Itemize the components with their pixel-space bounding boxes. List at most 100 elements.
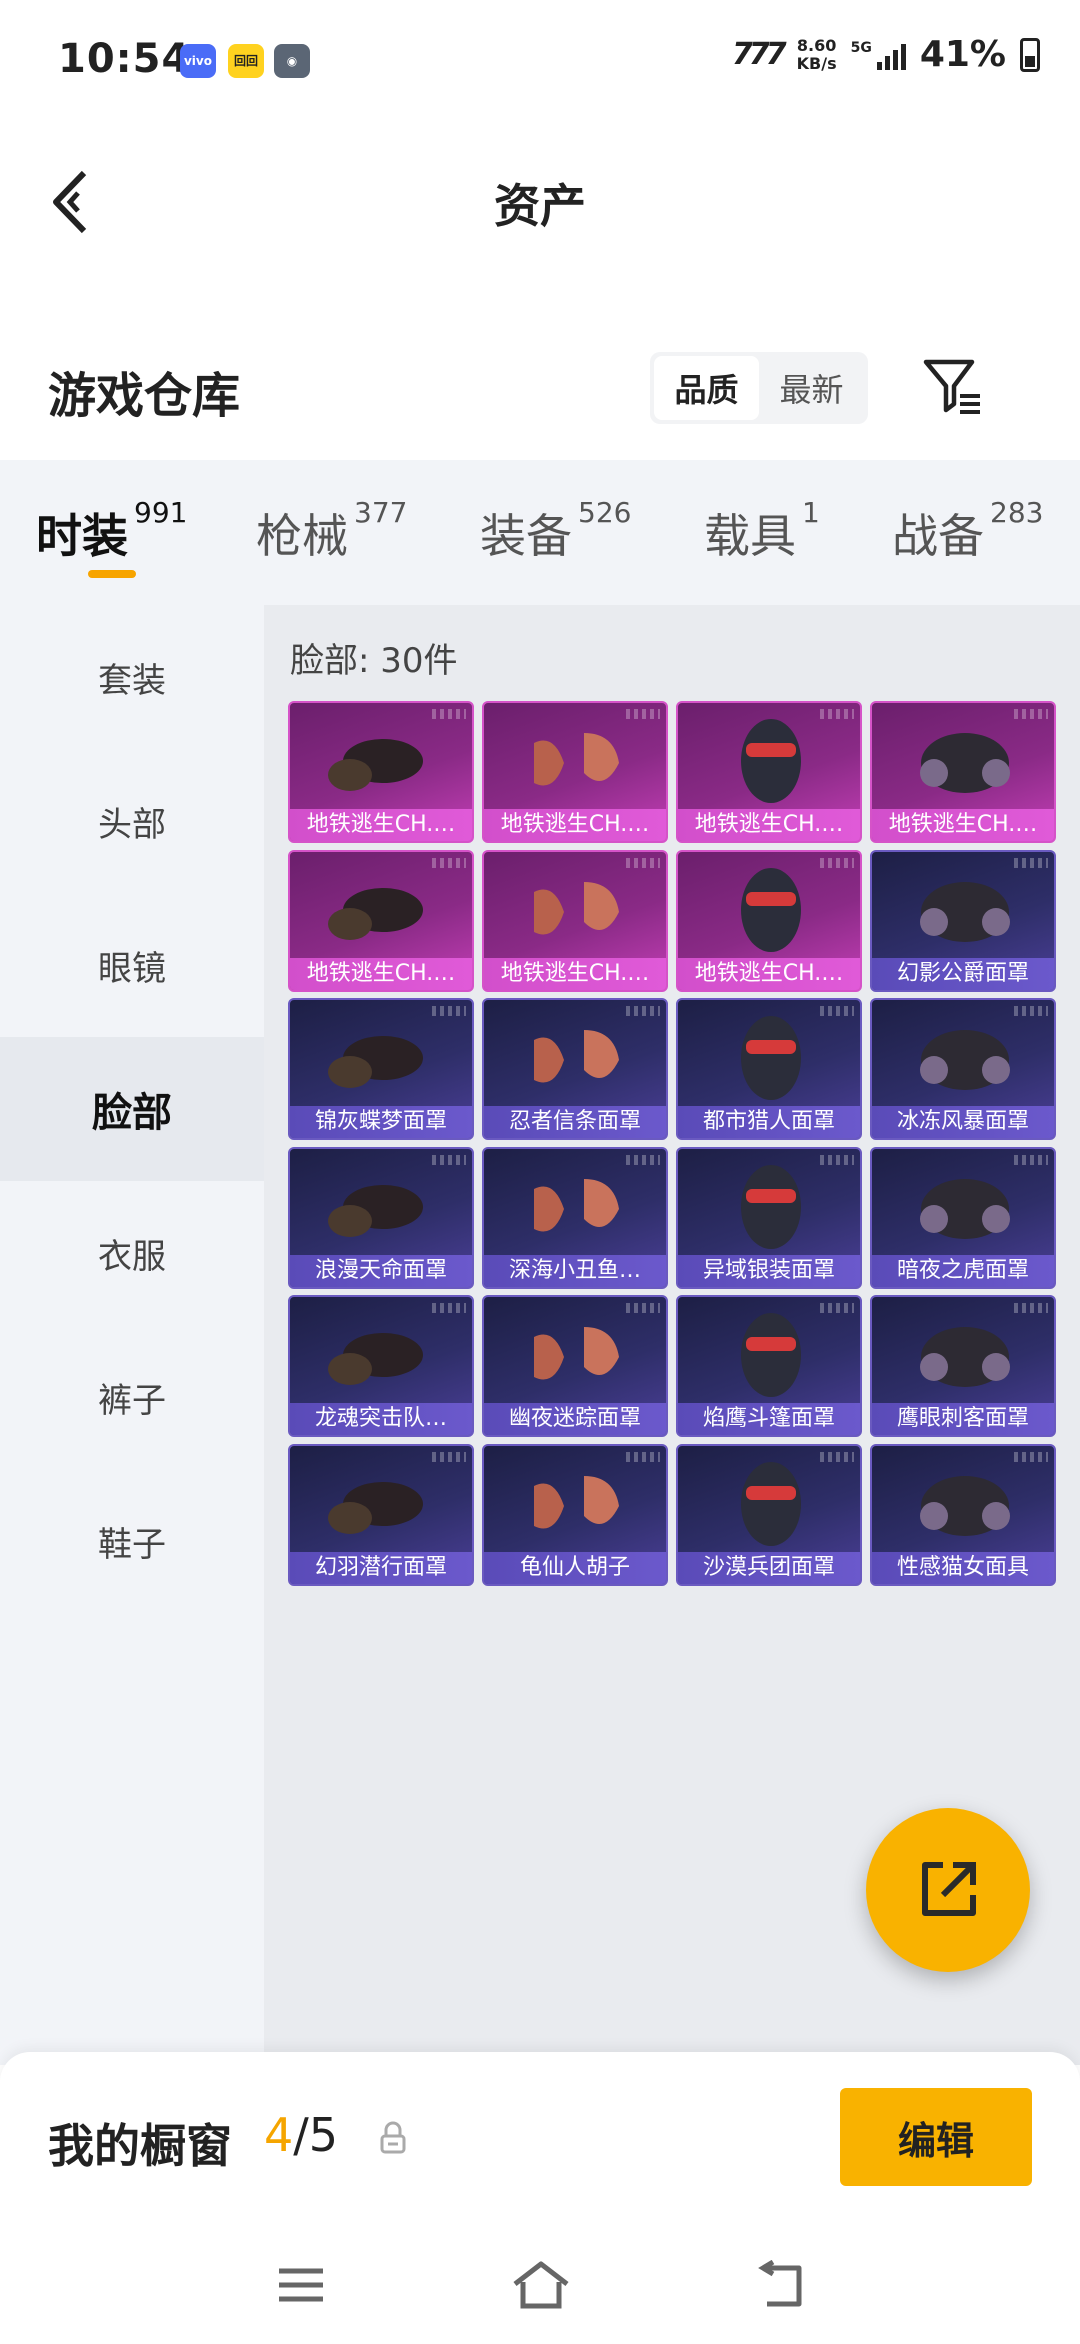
lock-icon [380,2121,406,2154]
item-card[interactable]: 深海小丑鱼… [482,1146,668,1289]
item-mask-icon [534,1030,619,1083]
item-name: 焰鹰斗篷面罩 [678,1403,860,1435]
item-card[interactable]: 地铁逃生CH.… [676,701,862,843]
tab-count: 1 [802,496,820,529]
item-card[interactable]: 地铁逃生CH.… [288,849,474,992]
item-mask-icon [534,733,619,786]
item-mask-icon [920,1178,1010,1239]
battery-icon [1020,37,1040,72]
tab-label: 枪械 [256,509,348,563]
sort-quality-option[interactable]: 品质 [654,356,759,420]
item-card[interactable]: 地铁逃生CH.… [482,849,668,992]
item-name: 龟仙人胡子 [484,1551,666,1584]
item-card[interactable]: 地铁逃生CH.… [676,849,862,992]
item-name: 幽夜迷踪面罩 [484,1403,666,1435]
tab-count: 526 [578,496,632,529]
notification-app-icon: 回回 [228,44,264,78]
item-card[interactable]: 忍者信条面罩 [482,998,668,1140]
item-mask-icon [534,1178,619,1231]
item-name: 幻羽潜行面罩 [290,1551,472,1584]
item-mask-icon [920,1030,1010,1090]
status-time: 10:54 [58,36,191,82]
edit-button[interactable]: 编辑 [840,2088,1032,2186]
item-card[interactable]: 幻羽潜行面罩 [288,1443,474,1586]
item-mask-icon [328,1481,423,1534]
signal-5g-label: 5G [850,39,872,56]
item-name: 性感猫女面具 [872,1551,1054,1584]
item-card[interactable]: 都市猎人面罩 [676,998,862,1140]
tab-fashion[interactable]: 时装 991 [36,496,187,566]
tab-gear[interactable]: 战备 283 [892,496,1043,566]
item-mask-icon [534,1327,619,1380]
network-speed: 8.60 KB/s [796,36,837,73]
item-card[interactable]: 幽夜迷踪面罩 [482,1295,668,1437]
item-card[interactable]: 暗夜之虎面罩 [870,1146,1056,1289]
item-card[interactable]: 锦灰蝶梦面罩 [288,998,474,1140]
item-name: 地铁逃生CH.… [484,809,666,841]
item-card[interactable]: 地铁逃生CH.… [482,701,668,843]
category-tabs: 时装 991 枪械 377 装备 526 载具 1 战备 283 [0,460,1080,605]
item-name: 异域银装面罩 [678,1254,860,1287]
share-button[interactable] [866,1808,1030,1972]
sidebar-item-clothes[interactable]: 衣服 [0,1181,264,1325]
menu-nav-button[interactable] [266,2250,336,2320]
item-name: 地铁逃生CH.… [290,957,472,990]
item-card[interactable]: 冰冻风暴面罩 [870,998,1056,1140]
item-card[interactable]: 鹰眼刺客面罩 [870,1295,1056,1437]
item-card[interactable]: 浪漫天命面罩 [288,1146,474,1289]
item-mask-icon [920,881,1010,942]
item-name: 地铁逃生CH.… [484,957,666,990]
header: 资产 [0,140,1080,260]
item-card[interactable]: 幻影公爵面罩 [870,849,1056,992]
tab-label: 装备 [480,509,572,563]
item-card[interactable]: 沙漠兵团面罩 [676,1443,862,1586]
item-mask-icon [920,733,1010,793]
item-mask-icon [328,1036,423,1088]
speed-unit: KB/s [796,53,837,73]
item-card[interactable]: 地铁逃生CH.… [870,701,1056,843]
showcase-label: 我的橱窗 [48,2119,232,2173]
sidebar-item-head[interactable]: 头部 [0,749,264,893]
item-name: 沙漠兵团面罩 [678,1551,860,1584]
item-mask-icon [741,1313,801,1397]
item-mask-icon [328,887,423,940]
sidebar-item-shoes[interactable]: 鞋子 [0,1469,264,1613]
sort-newest-option[interactable]: 最新 [759,356,864,420]
tab-vehicles[interactable]: 载具 1 [704,496,820,566]
item-card[interactable]: 性感猫女面具 [870,1443,1056,1586]
filter-button[interactable] [920,354,986,420]
back-nav-button[interactable] [746,2250,816,2320]
tab-weapons[interactable]: 枪械 377 [256,496,407,566]
item-name: 鹰眼刺客面罩 [872,1403,1054,1435]
sidebar: 套装 头部 眼镜 脸部 衣服 裤子 鞋子 [0,605,264,2065]
item-mask-icon [328,1333,423,1385]
item-card[interactable]: 焰鹰斗篷面罩 [676,1295,862,1437]
item-name: 龙魂突击队… [290,1403,472,1435]
home-nav-button[interactable] [506,2250,576,2320]
item-mask-icon [328,1184,423,1237]
tab-count: 283 [990,496,1044,529]
item-mask-icon [741,719,801,803]
item-name: 地铁逃生CH.… [678,809,860,841]
showcase-current: 4 [264,2108,294,2162]
item-card[interactable]: 龙魂突击队… [288,1295,474,1437]
item-name: 浪漫天命面罩 [290,1254,472,1287]
back-arrow-icon [758,2260,802,2307]
item-name: 深海小丑鱼… [484,1254,666,1287]
sidebar-item-face[interactable]: 脸部 [0,1037,264,1181]
item-card[interactable]: 地铁逃生CH.… [288,701,474,843]
item-card[interactable]: 龟仙人胡子 [482,1443,668,1586]
sidebar-item-pants[interactable]: 裤子 [0,1325,264,1469]
sidebar-item-glasses[interactable]: 眼镜 [0,893,264,1037]
battery-percent: 41% [919,34,1006,75]
item-card[interactable]: 异域银装面罩 [676,1146,862,1289]
item-mask-icon [534,881,619,934]
tab-equipment[interactable]: 装备 526 [480,496,631,566]
page-title: 资产 [494,179,586,233]
item-mask-icon [920,1327,1010,1387]
item-mask-icon [741,1016,801,1100]
sidebar-item-outfit[interactable]: 套装 [0,605,264,749]
item-name: 冰冻风暴面罩 [872,1106,1054,1138]
item-mask-icon [534,1475,619,1528]
item-mask-icon [741,867,801,952]
